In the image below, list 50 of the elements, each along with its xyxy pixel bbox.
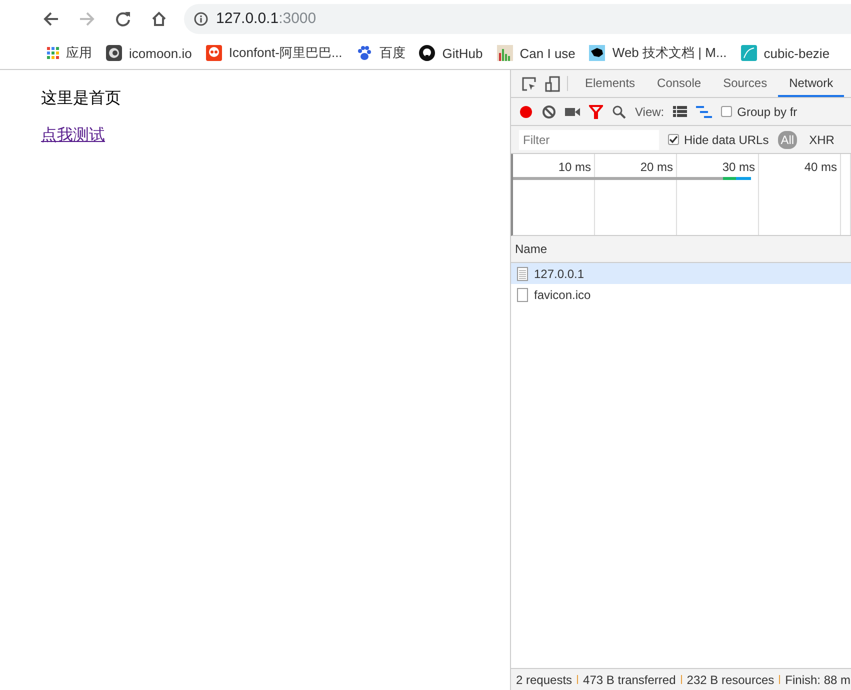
curve-icon [740,45,757,61]
tick-label: 20 ms [640,160,673,174]
page-heading: 这里是首页 [41,88,122,109]
blank-file-icon [517,288,528,302]
name-column-header[interactable]: Name [515,242,548,256]
clear-icon[interactable] [542,104,556,118]
tick-label: 10 ms [558,160,591,174]
bookmark[interactable]: cubic-bezie [740,45,830,61]
circle-logo-icon [106,45,122,61]
test-link[interactable]: 点我测试 [41,127,105,144]
search-icon[interactable] [612,104,626,118]
tick-label: 30 ms [722,160,755,174]
address-bar[interactable]: 127.0.0.1:3000 [184,4,851,34]
record-button[interactable] [519,104,533,118]
url-host: 127.0.0.1 [216,10,279,27]
status-text: Finish: 88 m [785,672,851,686]
device-icon[interactable] [545,76,561,92]
status-text: 473 B transferred [583,672,676,686]
bookmark[interactable]: 百度 [356,44,406,62]
skull-logo-icon [206,45,222,61]
filter-icon[interactable] [589,104,603,118]
tick-label: 40 ms [804,160,837,174]
hide-data-urls-checkbox[interactable]: Hide data URLs [668,132,769,146]
checkmark-icon [669,135,678,144]
devtools-tab[interactable]: Sources [712,70,778,97]
status-text: 232 B resources [686,672,774,686]
filter-field[interactable]: Filter [519,130,659,150]
bookmark[interactable]: GitHub [419,45,483,61]
paw-icon [356,45,372,61]
document-icon [517,266,528,280]
bookmark[interactable]: Web 技术文档 | M... [589,44,727,62]
devtools-tab[interactable]: Console [646,70,712,97]
type-filter[interactable]: XHR [806,130,838,148]
waterfall-view-icon[interactable] [696,106,712,118]
bar-chart-icon [496,45,513,61]
apps-grid-icon [47,47,59,59]
bookmark[interactable]: 应用 [47,44,92,62]
bookmark[interactable]: Iconfont-阿里巴巴... [206,44,342,62]
bookmark[interactable]: icomoon.io [106,45,192,61]
group-by-frame-checkbox[interactable]: Group by fr [721,104,798,118]
request-row[interactable]: 127.0.0.1 [511,263,851,284]
devtools-tab[interactable]: Elements [574,70,646,97]
bookmark[interactable]: Can I use [496,45,576,61]
list-view-icon[interactable] [673,106,688,118]
info-icon [194,12,208,26]
inspect-icon[interactable] [521,76,537,92]
view-label: View: [635,104,664,118]
status-text: 2 requests [516,672,572,686]
video-camera-icon[interactable] [565,106,580,118]
url-port: :3000 [278,10,316,27]
